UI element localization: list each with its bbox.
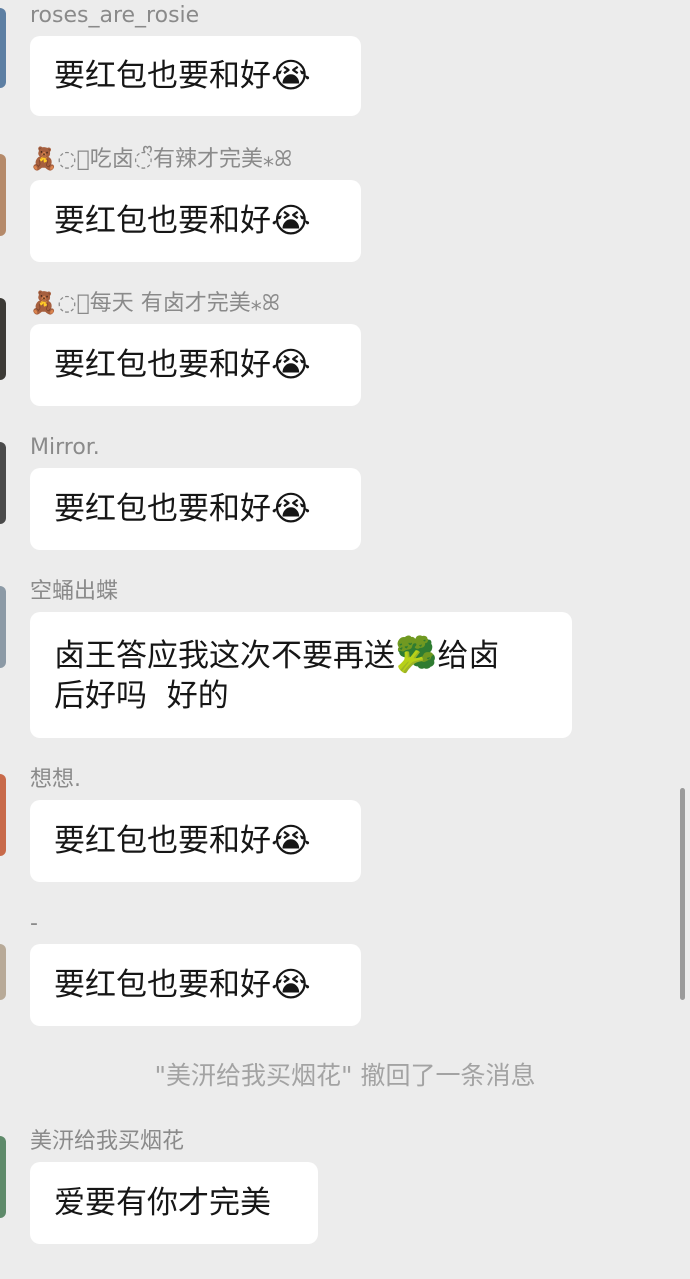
sender-name[interactable]: Mirror. bbox=[30, 434, 100, 462]
message-text: 要红包也要和好 bbox=[54, 203, 271, 239]
loudly-crying-face-icon: 😭 bbox=[271, 56, 311, 96]
sender-name[interactable]: 🧸◌ᩚ每天 有卤才完美⁎ꕤ bbox=[30, 290, 280, 318]
scrollbar[interactable] bbox=[680, 788, 685, 1000]
message-text: 爱要有你才完美 bbox=[54, 1185, 271, 1221]
message-text: 卤王答应我这次不要再送 bbox=[54, 637, 395, 674]
chat-window[interactable]: roses_are_rosie 要红包也要和好 😭 🧸◌ᩚ吃卤◌ᩚ有辣才完美⁎ꕤ … bbox=[0, 0, 690, 1279]
message-text: 要红包也要和好 bbox=[54, 347, 271, 383]
message-text: 后好吗 好的 bbox=[54, 677, 229, 714]
loudly-crying-face-icon: 😭 bbox=[271, 201, 311, 241]
avatar[interactable] bbox=[0, 154, 6, 236]
avatar[interactable] bbox=[0, 1136, 6, 1218]
sender-name[interactable]: - bbox=[30, 910, 38, 938]
loudly-crying-face-icon: 😭 bbox=[271, 345, 311, 385]
message-bubble[interactable]: 爱要有你才完美 bbox=[30, 1162, 318, 1244]
avatar[interactable] bbox=[0, 8, 6, 88]
loudly-crying-face-icon: 😭 bbox=[271, 489, 311, 529]
avatar[interactable] bbox=[0, 774, 6, 856]
message-bubble[interactable]: 要红包也要和好 😭 bbox=[30, 800, 361, 882]
sender-name[interactable]: 美汧给我买烟花 bbox=[30, 1128, 184, 1156]
broccoli-icon: 🥦 bbox=[395, 634, 438, 675]
message-text: 要红包也要和好 bbox=[54, 967, 271, 1003]
message-text: 要红包也要和好 bbox=[54, 58, 271, 94]
recall-notice: "美汧给我买烟花" 撤回了一条消息 bbox=[154, 1061, 536, 1090]
avatar[interactable] bbox=[0, 586, 6, 668]
sender-name[interactable]: 🧸◌ᩚ吃卤◌ᩚ有辣才完美⁎ꕤ bbox=[30, 146, 292, 174]
message-bubble[interactable]: 要红包也要和好 😭 bbox=[30, 944, 361, 1026]
sender-name[interactable]: 空蛹出蝶 bbox=[30, 578, 118, 606]
message-bubble[interactable]: 要红包也要和好 😭 bbox=[30, 468, 361, 550]
message-bubble[interactable]: 要红包也要和好 😭 bbox=[30, 180, 361, 262]
message-bubble[interactable]: 要红包也要和好 😭 bbox=[30, 324, 361, 406]
avatar[interactable] bbox=[0, 298, 6, 380]
message-bubble[interactable]: 要红包也要和好 😭 bbox=[30, 36, 361, 116]
sender-name[interactable]: roses_are_rosie bbox=[30, 2, 199, 30]
message-bubble[interactable]: 卤王答应我这次不要再送🥦给卤 后好吗 好的 bbox=[30, 612, 572, 738]
loudly-crying-face-icon: 😭 bbox=[271, 821, 311, 861]
message-text: 要红包也要和好 bbox=[54, 491, 271, 527]
loudly-crying-face-icon: 😭 bbox=[271, 965, 311, 1005]
avatar[interactable] bbox=[0, 442, 6, 524]
message-text: 给卤 bbox=[437, 637, 500, 674]
message-text: 要红包也要和好 bbox=[54, 823, 271, 859]
avatar[interactable] bbox=[0, 944, 6, 1000]
sender-name[interactable]: 想想. bbox=[30, 766, 81, 794]
